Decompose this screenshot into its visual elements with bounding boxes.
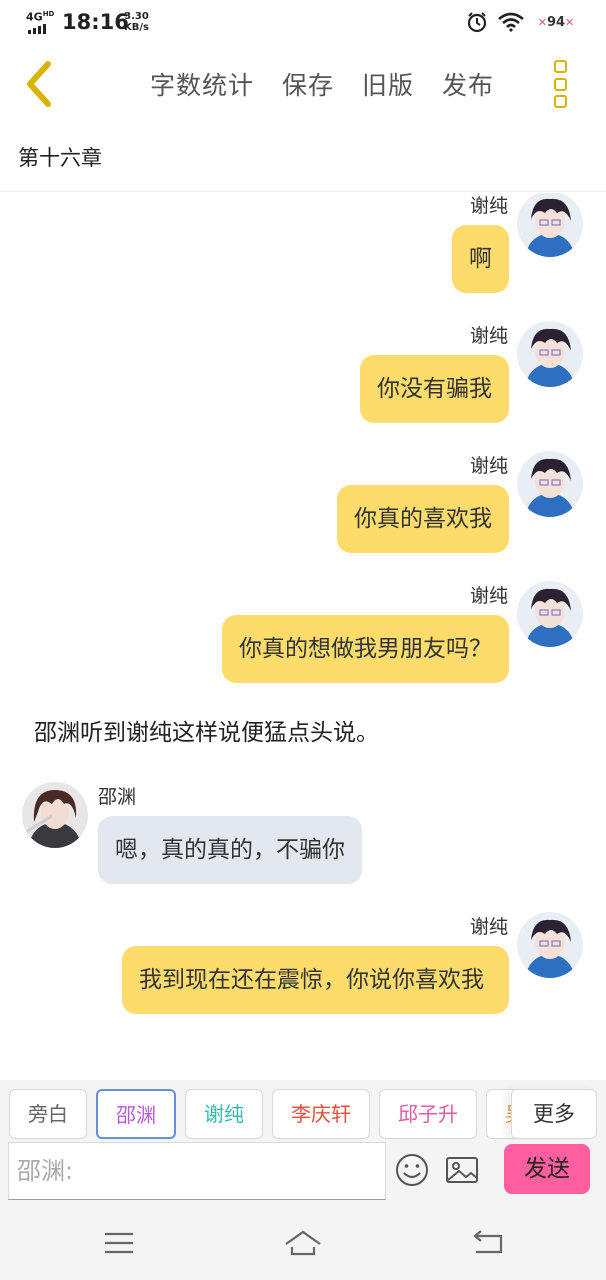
chat-bubble[interactable]: 我到现在还在震惊，你说你喜欢我: [122, 946, 509, 1014]
back-arrow-icon: [473, 1230, 503, 1254]
character-list[interactable]: 旁白 邵渊 谢纯 李庆轩 邱子升 吴: [9, 1089, 514, 1139]
network-type: 4GHD: [26, 10, 55, 24]
composer: 发送: [0, 1140, 606, 1208]
network-speed: 3.30 KB/s: [124, 11, 149, 33]
character-selector: 旁白 邵渊 谢纯 李庆轩 邱子升 吴 更多: [0, 1080, 606, 1140]
menu-nav-button[interactable]: [100, 1226, 140, 1260]
character-chip-xiechun[interactable]: 谢纯: [185, 1089, 263, 1139]
sender-name: 谢纯: [469, 455, 508, 477]
chat-area[interactable]: 谢纯 啊 谢纯 你没有骗我 谢纯 你真的喜欢我 谢纯 你真的想做我男朋友吗？ 邵…: [0, 193, 606, 1065]
emoji-button[interactable]: [394, 1152, 430, 1188]
chevron-left-icon: [27, 61, 51, 107]
home-icon: [285, 1230, 321, 1256]
status-bar: 4GHD 18:16 3.30 KB/s ✕ 94 ✕: [0, 0, 606, 48]
avatar-xiechun[interactable]: [517, 321, 583, 387]
battery-icon: ✕ 94 ✕: [537, 14, 575, 30]
menu-icon: [105, 1232, 133, 1254]
back-button[interactable]: [18, 58, 68, 110]
avatar-xiechun[interactable]: [517, 193, 583, 257]
battery-level: 94: [546, 14, 566, 30]
old-version-button[interactable]: 旧版: [362, 66, 414, 102]
publish-button[interactable]: 发布: [442, 66, 494, 102]
editor-toolbar: 字数统计 保存 旧版 发布: [0, 48, 606, 120]
chat-bubble[interactable]: 嗯，真的真的，不骗你: [98, 816, 362, 884]
more-characters-button[interactable]: 更多: [511, 1089, 597, 1139]
save-button[interactable]: 保存: [282, 66, 334, 102]
clock: 18:16: [62, 10, 129, 34]
system-nav-bar: [0, 1208, 606, 1280]
chat-bubble[interactable]: 你真的想做我男朋友吗？: [222, 615, 509, 683]
avatar-xiechun[interactable]: [517, 451, 583, 517]
chapter-header: 第十六章: [0, 128, 606, 192]
avatar-xiechun[interactable]: [517, 912, 583, 978]
sender-name: 邵渊: [98, 786, 137, 808]
menu-dot-icon: [554, 60, 567, 73]
character-chip-liqingxuan[interactable]: 李庆轩: [272, 1089, 370, 1139]
sender-name: 谢纯: [469, 916, 508, 938]
message-input[interactable]: [8, 1142, 386, 1200]
avatar-shaoyuan[interactable]: [22, 782, 88, 848]
character-chip-shaoyuan[interactable]: 邵渊: [96, 1089, 176, 1139]
wifi-icon: [498, 12, 524, 32]
character-chip-narrator[interactable]: 旁白: [9, 1089, 87, 1139]
send-button[interactable]: 发送: [504, 1144, 590, 1194]
back-nav-button[interactable]: [468, 1226, 508, 1260]
word-count-button[interactable]: 字数统计: [150, 66, 254, 102]
sender-name: 谢纯: [469, 325, 508, 347]
image-button[interactable]: [444, 1152, 480, 1188]
signal-icon: 4GHD: [26, 10, 56, 34]
chat-bubble[interactable]: 你没有骗我: [360, 355, 509, 423]
character-chip-qiuzisheng[interactable]: 邱子升: [379, 1089, 477, 1139]
smiley-icon: [396, 1154, 428, 1186]
image-icon: [446, 1157, 478, 1183]
chat-bubble[interactable]: 啊: [452, 225, 509, 293]
menu-dot-icon: [554, 95, 567, 108]
chapter-title[interactable]: 第十六章: [18, 142, 102, 172]
character-chip-wu[interactable]: 吴: [486, 1089, 514, 1139]
more-options-button[interactable]: [554, 60, 570, 108]
menu-dot-icon: [554, 77, 567, 91]
narration-text[interactable]: 邵渊听到谢纯这样说便猛点头说。: [34, 713, 379, 747]
home-nav-button[interactable]: [283, 1226, 323, 1260]
alarm-icon: [467, 12, 487, 33]
chat-bubble[interactable]: 你真的喜欢我: [337, 485, 509, 553]
sender-name: 谢纯: [469, 195, 508, 217]
avatar-xiechun[interactable]: [517, 581, 583, 647]
sender-name: 谢纯: [469, 585, 508, 607]
